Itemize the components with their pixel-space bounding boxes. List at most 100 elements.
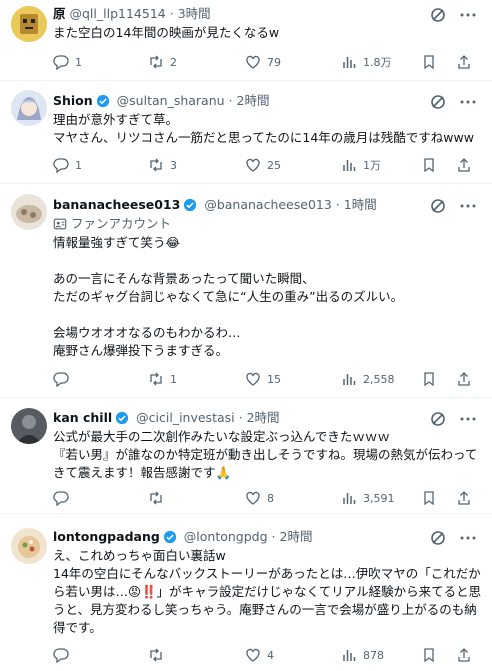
reply-button[interactable] xyxy=(53,371,75,389)
grok-icon[interactable] xyxy=(428,528,448,548)
display-name[interactable]: kan chill xyxy=(53,410,112,425)
verified-badge-icon xyxy=(163,530,176,544)
grok-icon[interactable] xyxy=(428,92,448,112)
share-button[interactable] xyxy=(456,490,478,508)
more-icon[interactable] xyxy=(458,5,478,25)
tweet[interactable]: Shion @sultan_sharanu · 2時間 理由が意外すぎて草。 マ… xyxy=(0,81,492,184)
separator: · xyxy=(238,410,243,425)
views-icon xyxy=(343,374,356,385)
retweet-button[interactable] xyxy=(148,647,170,665)
like-button[interactable]: 15 xyxy=(245,371,281,389)
tweet[interactable]: lontongpadang @lontongpdg · 2時間 え、これめっちゃ… xyxy=(0,514,492,671)
bookmark-button[interactable] xyxy=(421,647,443,665)
timestamp[interactable]: 2時間 xyxy=(247,410,280,425)
avatar[interactable] xyxy=(11,6,47,42)
tweet[interactable]: 原 @qll_llp114514 · 3時間 また空白の14年間の映画が見たくな… xyxy=(0,0,492,81)
header-actions xyxy=(428,92,480,112)
retweet-button[interactable]: 2 xyxy=(148,54,177,72)
like-count: 8 xyxy=(267,492,274,505)
tweet[interactable]: kan chill @cicil_investasi · 2時間 公式が最大手の… xyxy=(0,398,492,514)
user-handle[interactable]: @qll_llp114514 xyxy=(70,6,166,21)
text-line: 理由が意外すぎて草。 xyxy=(53,112,179,127)
tweet[interactable]: bananacheese013 @bananacheese013 · 1時間 フ… xyxy=(0,184,492,398)
like-button[interactable]: 4 xyxy=(245,647,274,665)
text-line: 『若い男』が誰なのか特定班が動き出しそうですね。現場の熱気が伝わって xyxy=(53,447,478,462)
timestamp[interactable]: 2時間 xyxy=(280,529,313,544)
like-button[interactable]: 79 xyxy=(245,54,281,72)
view-count: 3,591 xyxy=(363,492,395,505)
reply-count: 1 xyxy=(75,56,82,69)
views-button[interactable]: 1万 xyxy=(341,157,381,175)
like-count: 79 xyxy=(267,56,281,69)
views-button[interactable]: 2,558 xyxy=(341,371,395,389)
views-button[interactable]: 1.8万 xyxy=(341,54,392,72)
timestamp[interactable]: 1時間 xyxy=(344,197,377,212)
tweet-header: kan chill @cicil_investasi · 2時間 xyxy=(53,408,432,428)
display-name[interactable]: lontongpadang xyxy=(53,529,160,544)
retweet-button[interactable]: 3 xyxy=(148,157,177,175)
bookmark-icon xyxy=(424,648,434,663)
more-icon[interactable] xyxy=(458,92,478,112)
timestamp[interactable]: 2時間 xyxy=(237,93,270,108)
avatar[interactable] xyxy=(11,194,47,230)
grok-icon[interactable] xyxy=(428,409,448,429)
heart-icon xyxy=(246,648,260,662)
tweet-actions: 4 878 xyxy=(53,647,478,665)
text-line: あの一言にそんな背景あったって聞いた瞬間、 xyxy=(53,271,315,286)
share-button[interactable] xyxy=(456,157,478,175)
bookmark-button[interactable] xyxy=(421,157,443,175)
text-line: え、これめっちゃ面白い裏話w xyxy=(53,548,226,563)
bookmark-button[interactable] xyxy=(421,54,443,72)
user-handle[interactable]: @sultan_sharanu xyxy=(117,93,225,108)
share-button[interactable] xyxy=(456,54,478,72)
tweet-text: 公式が最大手の二次創作みたいな設定ぶっ込んできたｗｗｗ 『若い男』が誰なのか特定… xyxy=(53,428,478,482)
reply-button[interactable]: 1 xyxy=(53,157,82,175)
reply-button[interactable] xyxy=(53,647,75,665)
text-line xyxy=(53,306,478,324)
like-count: 25 xyxy=(267,159,281,172)
like-count: 15 xyxy=(267,373,281,386)
retweet-button[interactable] xyxy=(148,490,170,508)
display-name[interactable]: 原 xyxy=(53,6,66,21)
retweet-icon xyxy=(150,648,162,662)
fan-account-label: ファンアカウント xyxy=(53,215,171,233)
view-count: 1万 xyxy=(363,159,381,172)
avatar[interactable] xyxy=(11,90,47,126)
text-line: 情報量強すぎて笑う😂 xyxy=(53,235,181,250)
more-icon[interactable] xyxy=(458,196,478,216)
header-actions xyxy=(428,409,480,429)
share-button[interactable] xyxy=(456,371,478,389)
like-button[interactable]: 25 xyxy=(245,157,281,175)
bookmark-button[interactable] xyxy=(421,371,443,389)
more-icon[interactable] xyxy=(458,528,478,548)
like-button[interactable]: 8 xyxy=(245,490,274,508)
share-icon xyxy=(458,55,470,69)
retweet-icon xyxy=(150,491,162,505)
avatar[interactable] xyxy=(11,408,47,444)
reply-button[interactable] xyxy=(53,490,75,508)
avatar[interactable] xyxy=(11,528,47,564)
views-icon xyxy=(343,493,356,504)
views-icon xyxy=(343,650,356,661)
view-count: 878 xyxy=(363,649,384,662)
more-icon[interactable] xyxy=(458,409,478,429)
user-handle[interactable]: @bananacheese013 xyxy=(204,197,332,212)
views-button[interactable]: 3,591 xyxy=(341,490,395,508)
views-button[interactable]: 878 xyxy=(341,647,384,665)
text-line: 会場ウオオオなるのもわかるわ… xyxy=(53,325,241,340)
reply-button[interactable]: 1 xyxy=(53,54,82,72)
grok-icon[interactable] xyxy=(428,5,448,25)
user-handle[interactable]: @cicil_investasi xyxy=(136,410,234,425)
retweet-button[interactable]: 1 xyxy=(148,371,177,389)
tweet-text: え、これめっちゃ面白い裏話w 14年の空白にそんなバックストーリーがあったとは…… xyxy=(53,547,481,637)
bookmark-button[interactable] xyxy=(421,490,443,508)
user-handle[interactable]: @lontongpdg xyxy=(184,529,268,544)
display-name[interactable]: Shion xyxy=(53,93,93,108)
tweet-actions: 8 3,591 xyxy=(53,490,478,508)
share-button[interactable] xyxy=(456,647,478,665)
timestamp[interactable]: 3時間 xyxy=(178,6,211,21)
grok-icon[interactable] xyxy=(428,196,448,216)
display-name[interactable]: bananacheese013 xyxy=(53,197,180,212)
text-line: 14年の空白にそんなバックストーリーがあったとは…伊吹マヤの「これだか xyxy=(53,566,481,581)
separator: · xyxy=(271,529,276,544)
